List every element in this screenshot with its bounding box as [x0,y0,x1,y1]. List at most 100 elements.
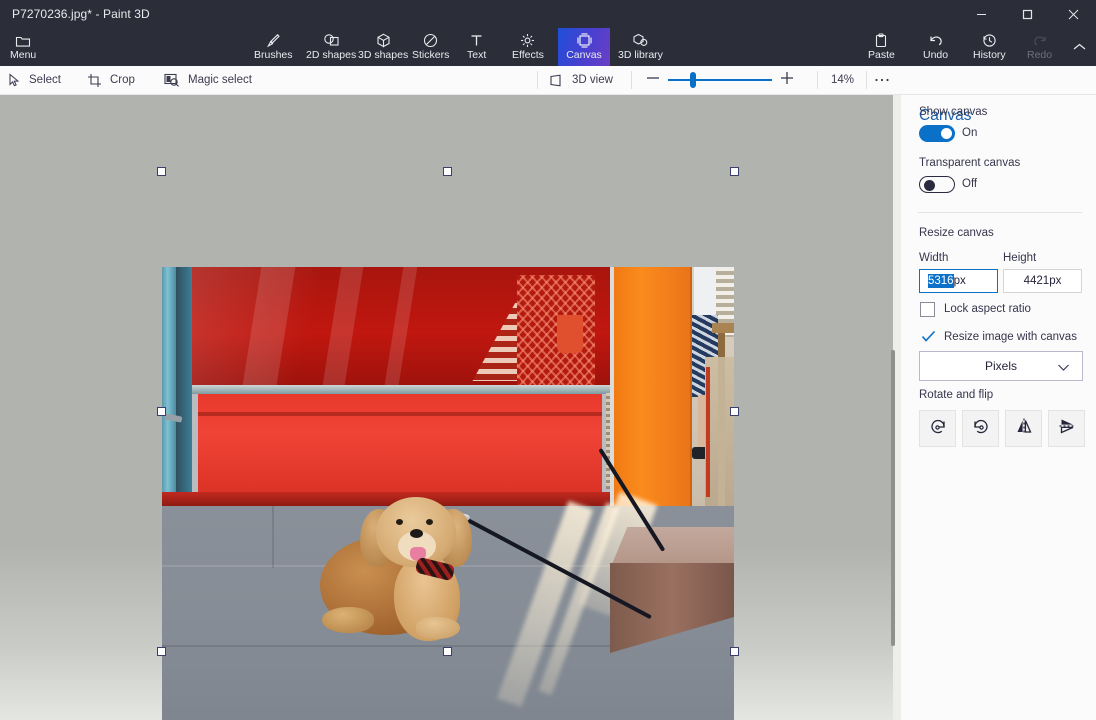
rotate-right-button[interactable] [962,410,999,447]
width-input-unit: px [953,275,966,287]
title-bar: P7270236.jpg* - Paint 3D [0,0,1096,28]
width-input-value: 5316 [928,274,954,288]
tab-2d-shapes-label: 2D shapes [306,49,357,61]
height-input[interactable]: 4421 px [1003,269,1082,293]
paste-label: Paste [868,49,895,61]
undo-label: Undo [923,49,949,61]
select-tool-label: Select [29,74,61,86]
zoom-out-button[interactable] [638,71,668,90]
collapse-ribbon-button[interactable] [1072,28,1087,66]
tab-3d-library[interactable]: 3D library [612,28,669,66]
undo-icon [928,33,944,48]
rotate-left-button[interactable] [919,410,956,447]
selection-handle-middle-left[interactable] [157,407,166,416]
tab-text[interactable]: Text [461,28,492,66]
effects-icon [520,33,535,48]
red-panel [198,394,602,492]
tab-3d-shapes[interactable]: 3D shapes [352,28,414,66]
window-controls [958,0,1096,28]
3d-view-icon [549,74,564,87]
selection-handle-top-right[interactable] [730,167,739,176]
close-button[interactable] [1050,0,1096,28]
tab-brushes[interactable]: Brushes [248,28,299,66]
canvas-workspace[interactable] [0,95,901,720]
flip-vertical-icon [1057,416,1077,441]
history-icon [982,33,997,48]
window-title: P7270236.jpg* - Paint 3D [12,7,150,21]
chevron-down-icon [1057,361,1070,375]
redo-icon [1032,33,1048,48]
3d-view-toggle[interactable]: 3D view [549,66,613,94]
zoom-level[interactable]: 14% [831,66,854,94]
width-input[interactable]: 5316 px [919,269,998,293]
show-canvas-state: On [962,127,978,139]
tab-effects-label: Effects [512,49,544,61]
units-dropdown[interactable]: Pixels [919,351,1083,381]
tab-stickers-label: Stickers [412,49,450,61]
selection-handle-top-center[interactable] [443,167,452,176]
selection-handle-bottom-center[interactable] [443,647,452,656]
tab-3d-shapes-label: 3D shapes [358,49,409,61]
panel-divider [918,212,1082,213]
menu-button[interactable]: Menu [4,28,42,66]
menu-label: Menu [10,48,37,61]
redo-button: Redo [1021,28,1058,66]
rotate-and-flip-heading: Rotate and flip [919,389,994,401]
resize-image-checkbox[interactable] [921,330,936,346]
text-icon [469,33,484,48]
flip-horizontal-button[interactable] [1005,410,1042,447]
undo-button[interactable]: Undo [917,28,954,66]
height-label: Height [1003,252,1037,264]
magic-select-tool[interactable]: Magic select [164,66,252,94]
brush-icon [265,33,281,48]
3d-library-icon [632,33,648,48]
crop-tool-label: Crop [110,74,135,86]
chevron-up-icon [1072,42,1087,52]
rotate-left-icon [928,416,948,441]
tab-canvas[interactable]: Canvas [558,28,610,66]
ribbon-toolbar: Menu Brushes 2D shapes 3D shapes Sticker [0,28,1096,66]
flip-vertical-button[interactable] [1048,410,1085,447]
select-tool[interactable]: Select [8,66,61,94]
3d-view-label: 3D view [572,74,613,86]
zoom-slider-thumb[interactable] [690,72,696,88]
height-input-value: 4421 [1023,275,1050,287]
zoom-slider[interactable] [668,72,772,88]
selection-handle-top-left[interactable] [157,167,166,176]
height-input-unit: px [1049,275,1062,287]
tab-3d-library-label: 3D library [618,49,663,61]
transparent-canvas-label: Transparent canvas [919,157,1021,169]
history-label: History [973,49,1006,61]
show-canvas-label: Show canvas [919,106,988,118]
transparent-canvas-toggle[interactable] [919,176,955,193]
dog [320,495,500,645]
tab-stickers[interactable]: Stickers [406,28,455,66]
redo-label: Redo [1027,49,1053,61]
3d-shapes-icon [376,33,391,48]
lock-aspect-ratio-checkbox[interactable] [920,302,935,317]
history-button[interactable]: History [967,28,1012,66]
workspace-vertical-scrollbar[interactable] [891,350,895,646]
crop-tool[interactable]: Crop [87,66,135,94]
storefront [162,267,734,527]
rotate-right-icon [971,416,991,441]
show-canvas-toggle[interactable] [919,125,955,142]
zoom-in-button[interactable] [772,71,802,90]
stickers-icon [423,33,438,48]
resize-image-label: Resize image with canvas [944,331,1077,343]
tab-canvas-label: Canvas [566,49,602,61]
sub-toolbar: Select Crop Magic select 3D view 14% [0,66,1096,95]
resize-canvas-heading: Resize canvas [919,227,994,239]
paste-icon [874,33,888,48]
more-options-button[interactable] [874,66,890,94]
minimize-button[interactable] [958,0,1004,28]
tab-effects[interactable]: Effects [506,28,550,66]
selection-handle-bottom-right[interactable] [730,647,739,656]
folder-icon [15,34,31,48]
magic-select-tool-label: Magic select [188,74,252,86]
maximize-button[interactable] [1004,0,1050,28]
selection-handle-middle-right[interactable] [730,407,739,416]
cursor-icon [8,73,21,87]
selection-handle-bottom-left[interactable] [157,647,166,656]
paste-button[interactable]: Paste [862,28,901,66]
